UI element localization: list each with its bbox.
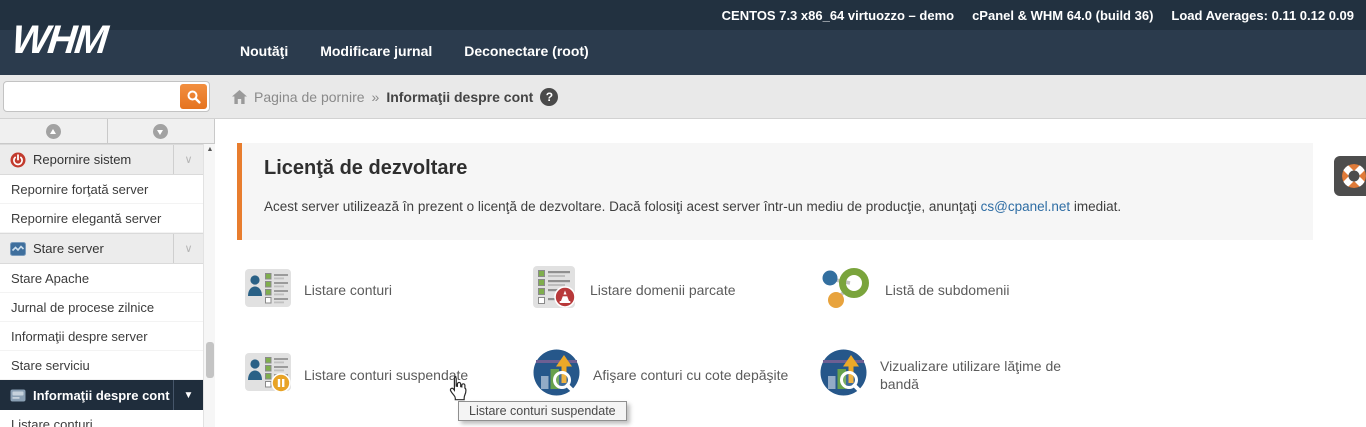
breadcrumb-band: Pagina de pornire » Informaţii despre co… (0, 75, 1366, 119)
chevron-down-icon[interactable]: ∨ (173, 145, 203, 174)
feature-list-parked-domains[interactable]: Listare domenii parcate (533, 262, 803, 318)
feature-label: Listare conturi suspendate (304, 367, 469, 383)
sidebar-item-server-information[interactable]: Informaţii despre server (0, 322, 203, 351)
bandwidth-usage-icon (820, 349, 867, 401)
notice-text: Acest server utilizează în prezent o lic… (264, 199, 1121, 214)
sidebar-group-system-reboot[interactable]: Repornire sistem ∨ (0, 144, 203, 175)
scrollbar-thumb[interactable] (206, 342, 214, 378)
server-info-bar: CENTOS 7.3 x86_64 virtuozzo – demo cPane… (0, 0, 1366, 30)
sidebar-item-forced-reboot[interactable]: Repornire forţată server (0, 175, 203, 204)
breadcrumb-separator: » (371, 88, 380, 105)
hand-cursor-icon (446, 375, 469, 408)
help-icon[interactable]: ? (540, 87, 559, 106)
product-version-label: cPanel & WHM 64.0 (build 36) (972, 7, 1154, 23)
feature-label: Vizualizare utilizare lăţime de bandă (880, 358, 1062, 392)
sidebar-item-apache-status[interactable]: Stare Apache (0, 264, 203, 293)
sidebar-item-graceful-reboot[interactable]: Repornire elegantă server (0, 204, 203, 233)
suspended-accounts-icon (245, 352, 291, 399)
sidebar-item-daily-process-log[interactable]: Jurnal de procese zilnice (0, 293, 203, 322)
sidebar-item-label: Listare conturi (11, 416, 93, 427)
notice-title: Licenţă de dezvoltare (264, 157, 468, 179)
load-averages-label: Load Averages: 0.11 0.12 0.09 (1171, 7, 1354, 23)
server-os-label: CENTOS 7.3 x86_64 virtuozzo – demo (721, 7, 955, 23)
sidebar-search (3, 81, 210, 112)
feature-label: Afişare conturi cu cote depăşite (593, 367, 789, 383)
search-icon (187, 90, 201, 104)
sidebar: Repornire sistem ∨ Repornire forţată ser… (0, 119, 215, 427)
parked-domains-icon (533, 265, 577, 316)
sidebar-item-label: Informaţii despre server (11, 328, 148, 344)
nav-change-log[interactable]: Modificare jurnal (320, 43, 432, 59)
nav-news[interactable]: Noutăţi (240, 43, 288, 59)
tooltip: Listare conturi suspendate (458, 401, 627, 421)
sidebar-item-service-status[interactable]: Stare serviciu (0, 351, 203, 380)
arrow-down-icon (153, 123, 169, 139)
header-nav: Noutăţi Modificare jurnal Deconectare (r… (240, 43, 589, 59)
server-status-icon (9, 240, 26, 257)
sidebar-item-label: Repornire sistem (33, 152, 132, 167)
support-widget-button[interactable] (1334, 156, 1366, 196)
search-button[interactable] (180, 84, 207, 109)
sidebar-item-label: Stare serviciu (11, 357, 90, 373)
feature-quota-exceeded-accounts[interactable]: Afişare conturi cu cote depăşite (533, 347, 813, 403)
search-input[interactable] (8, 84, 176, 109)
arrow-up-icon (45, 123, 61, 139)
sidebar-item-list-accounts[interactable]: Listare conturi (0, 410, 203, 427)
sidebar-item-label: Stare server (33, 241, 104, 256)
app-header: CENTOS 7.3 x86_64 virtuozzo – demo cPane… (0, 0, 1366, 75)
feature-list-suspended-accounts[interactable]: Listare conturi suspendate (245, 347, 525, 403)
feature-label: Listare domenii parcate (590, 282, 736, 298)
sidebar-scrollbar[interactable]: ▲ (203, 144, 215, 427)
sidebar-item-label: Jurnal de procese zilnice (11, 299, 155, 315)
whm-app: CENTOS 7.3 x86_64 virtuozzo – demo cPane… (0, 0, 1366, 427)
feature-label: Listă de subdomenii (885, 282, 1010, 298)
scroll-down-button[interactable] (107, 119, 215, 144)
sidebar-group-account-information[interactable]: Informaţii despre cont ▼ (0, 380, 203, 410)
power-icon (9, 151, 26, 168)
sidebar-item-label: Stare Apache (11, 270, 90, 286)
chevron-expanded-icon[interactable]: ▼ (173, 380, 203, 410)
whm-logo[interactable]: WHM (10, 18, 109, 63)
quota-exceeded-icon (533, 349, 580, 401)
sidebar-menu: Repornire sistem ∨ Repornire forţată ser… (0, 144, 203, 427)
development-license-notice: Licenţă de dezvoltare Acest server utili… (237, 143, 1313, 240)
feature-list-accounts[interactable]: Listare conturi (245, 262, 515, 318)
feature-list-subdomains[interactable]: Listă de subdomenii (820, 262, 1110, 318)
sidebar-item-label: Repornire elegantă server (11, 210, 162, 226)
breadcrumb-home-link[interactable]: Pagina de pornire (254, 89, 365, 105)
notice-text-before: Acest server utilizează în prezent o lic… (264, 199, 981, 214)
sidebar-scroll-buttons (0, 119, 215, 144)
breadcrumb-current-page: Informaţii despre cont (386, 88, 534, 105)
sidebar-item-label: Repornire forţată server (11, 181, 149, 197)
tooltip-text: Listare conturi suspendate (469, 404, 616, 418)
scrollbar-up-arrow-icon[interactable]: ▲ (205, 146, 215, 153)
scroll-up-button[interactable] (0, 119, 108, 144)
chevron-down-icon[interactable]: ∨ (173, 234, 203, 263)
breadcrumb: Pagina de pornire » Informaţii despre co… (232, 75, 559, 118)
sidebar-item-label: Informaţii despre cont (33, 387, 170, 403)
feature-bandwidth-usage[interactable]: Vizualizare utilizare lăţime de bandă (820, 347, 1080, 403)
home-icon (232, 89, 247, 104)
life-ring-icon (1342, 164, 1366, 188)
feature-label: Listare conturi (304, 282, 392, 298)
account-info-icon (9, 387, 26, 404)
cpanel-email-link[interactable]: cs@cpanel.net (981, 199, 1071, 214)
list-accounts-icon (245, 268, 291, 313)
sidebar-group-server-status[interactable]: Stare server ∨ (0, 233, 203, 264)
subdomains-icon (820, 265, 872, 316)
nav-logout[interactable]: Deconectare (root) (464, 43, 588, 59)
notice-text-after: imediat. (1070, 199, 1122, 214)
